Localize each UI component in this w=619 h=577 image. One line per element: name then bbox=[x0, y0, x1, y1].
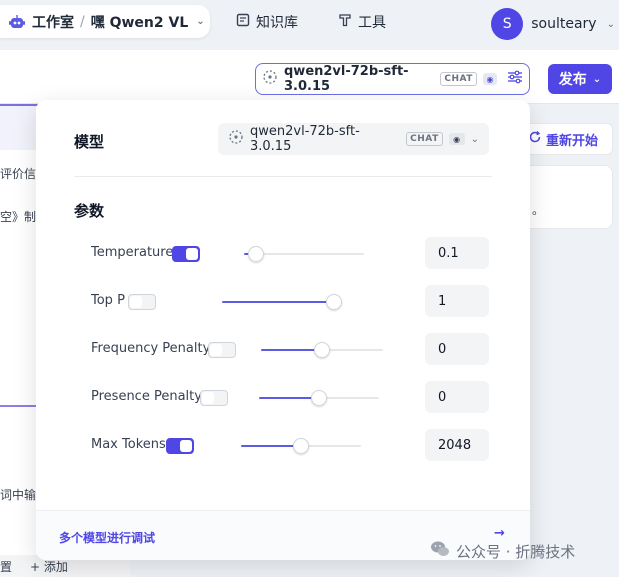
model-select[interactable]: qwen2vl-72b-sft-3.0.15 CHAT ◉ ⌄ bbox=[218, 123, 489, 155]
chevron-down-icon[interactable]: ⌄ bbox=[196, 16, 204, 27]
settings-sliders-icon[interactable] bbox=[507, 70, 523, 88]
app-name[interactable]: 嘿 Qwen2 VL bbox=[91, 12, 189, 32]
arrow-right-icon[interactable]: → bbox=[494, 526, 505, 541]
restart-label: 重新开始 bbox=[545, 133, 598, 149]
params-heading: 参数 bbox=[74, 202, 105, 220]
param-toggle[interactable] bbox=[172, 246, 200, 262]
book-icon bbox=[236, 13, 250, 31]
param-toggle[interactable] bbox=[208, 342, 236, 358]
model-name: qwen2vl-72b-sft-3.0.15 bbox=[250, 124, 360, 154]
user-menu[interactable]: S soulteary ⌄ bbox=[491, 8, 615, 40]
param-slider[interactable] bbox=[244, 246, 364, 262]
model-heading: 模型 bbox=[74, 133, 105, 151]
param-slider[interactable] bbox=[241, 438, 361, 454]
param-value-input[interactable]: 2048 bbox=[425, 429, 489, 461]
param-value-input[interactable]: 0 bbox=[425, 333, 489, 365]
slider-fill bbox=[261, 349, 322, 351]
breadcrumb-separator: / bbox=[80, 13, 85, 30]
prompt-text-fragment: 空》制 bbox=[0, 210, 37, 224]
preview-text: 。 bbox=[532, 203, 545, 217]
model-icon bbox=[262, 69, 278, 89]
param-top-p: Top P 1 bbox=[36, 285, 530, 319]
chevron-down-icon: ⌄ bbox=[592, 73, 602, 85]
tool-icon bbox=[338, 13, 352, 31]
param-label: Top P bbox=[91, 293, 125, 308]
param-slider[interactable] bbox=[261, 342, 383, 358]
param-slider[interactable] bbox=[259, 390, 379, 406]
param-max-tokens: Max Tokens 2048 bbox=[36, 429, 530, 463]
param-label: Max Tokens bbox=[91, 437, 166, 452]
publish-label: 发布 bbox=[558, 72, 587, 88]
left-active-tab[interactable] bbox=[0, 104, 40, 150]
vision-icon: ◉ bbox=[448, 133, 465, 145]
add-button[interactable]: + 添加 bbox=[30, 558, 68, 575]
avatar[interactable]: S bbox=[491, 8, 524, 40]
param-label: Frequency Penalty bbox=[91, 341, 211, 356]
param-value-input[interactable]: 0 bbox=[425, 381, 489, 413]
wechat-icon bbox=[430, 540, 450, 562]
slider-thumb[interactable] bbox=[248, 246, 264, 262]
model-selector-button[interactable]: qwen2vl-72b-sft-3.0.15 CHAT ◉ bbox=[255, 63, 530, 95]
param-temperature: Temperature 0.1 bbox=[36, 237, 530, 271]
nav-label: 知识库 bbox=[256, 15, 298, 31]
slider-thumb[interactable] bbox=[293, 438, 309, 454]
model-type-badge: CHAT bbox=[406, 132, 443, 146]
watermark-text: 公众号 · 折腾技术 bbox=[456, 542, 576, 561]
model-name: qwen2vl-72b-sft-3.0.15 bbox=[284, 64, 409, 94]
section-divider bbox=[74, 176, 492, 177]
watermark: 公众号 · 折腾技术 bbox=[430, 540, 575, 562]
param-value-input[interactable]: 1 bbox=[425, 285, 489, 317]
vision-icon: ◉ bbox=[482, 73, 497, 85]
breadcrumb[interactable]: 工作室 / 嘿 Qwen2 VL ⌄ bbox=[0, 5, 210, 38]
param-presence-penalty: Presence Penalty 0 bbox=[36, 381, 530, 415]
nav-knowledge-base[interactable]: 知识库 bbox=[236, 12, 298, 32]
multi-model-debug-link[interactable]: 多个模型进行调试 bbox=[59, 529, 155, 546]
chevron-down-icon: ⌄ bbox=[470, 133, 479, 145]
slider-fill bbox=[241, 445, 301, 447]
publish-button[interactable]: 发布 ⌄ bbox=[548, 64, 612, 94]
param-toggle[interactable] bbox=[200, 390, 228, 406]
settings-label[interactable]: 设置 bbox=[0, 558, 12, 575]
slider-fill bbox=[259, 397, 319, 399]
refresh-icon bbox=[528, 130, 542, 148]
user-name: soulteary bbox=[531, 16, 597, 32]
param-value-input[interactable]: 0.1 bbox=[425, 237, 489, 269]
divider bbox=[0, 405, 40, 407]
nav-label: 工具 bbox=[358, 15, 386, 31]
workspace-link[interactable]: 工作室 bbox=[32, 12, 74, 32]
chevron-down-icon: ⌄ bbox=[606, 18, 615, 30]
nav-tools[interactable]: 工具 bbox=[338, 12, 386, 32]
param-toggle[interactable] bbox=[128, 294, 156, 310]
param-slider[interactable] bbox=[222, 294, 342, 310]
slider-thumb[interactable] bbox=[314, 342, 330, 358]
param-label: Presence Penalty bbox=[91, 389, 202, 404]
model-type-badge: CHAT bbox=[440, 72, 477, 86]
slider-thumb[interactable] bbox=[326, 294, 342, 310]
model-settings-popover: 模型 qwen2vl-72b-sft-3.0.15 CHAT ◉ ⌄ 参数 Te… bbox=[36, 100, 530, 560]
slider-thumb[interactable] bbox=[311, 390, 327, 406]
param-toggle[interactable] bbox=[166, 438, 194, 454]
prompt-text-fragment: 词中输 bbox=[0, 488, 37, 502]
model-icon bbox=[228, 129, 244, 149]
param-frequency-penalty: Frequency Penalty 0 bbox=[36, 333, 530, 367]
slider-fill bbox=[222, 301, 334, 303]
bot-icon bbox=[8, 14, 26, 30]
param-label: Temperature bbox=[91, 245, 174, 260]
prompt-text-fragment: 评价信 bbox=[0, 167, 37, 181]
